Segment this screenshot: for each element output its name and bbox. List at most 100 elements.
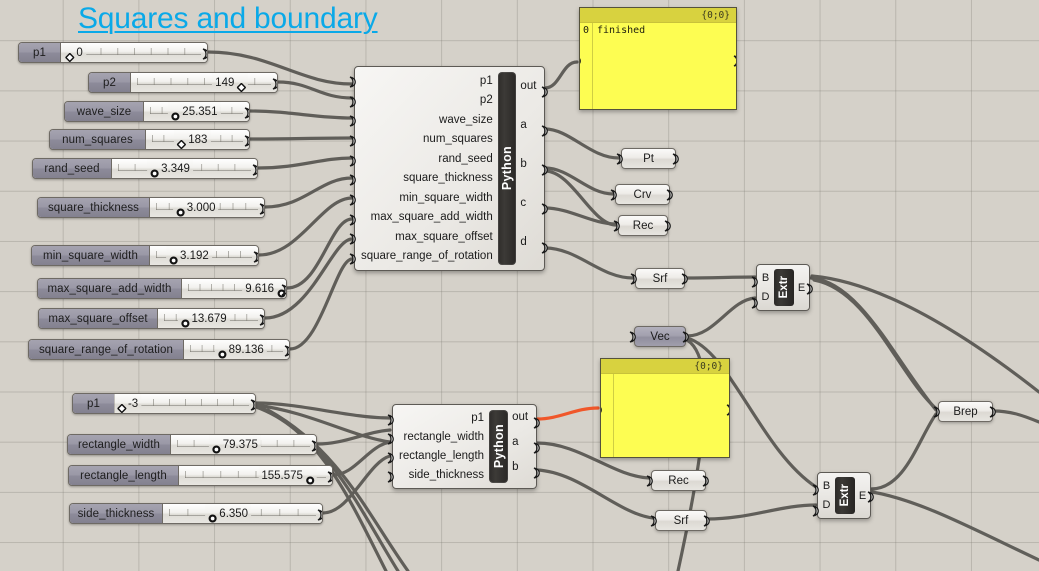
input-port-rand_seed[interactable] [349,154,359,167]
param-capsule-srf[interactable]: Srf [630,268,688,289]
param-capsule-vec[interactable]: Vec [629,326,689,347]
circle-grip-icon[interactable] [218,346,227,359]
capsule-output-port[interactable] [672,153,682,165]
param-capsule-rec[interactable]: Rec [613,215,671,236]
output-port-b[interactable] [541,163,551,176]
extrude-top[interactable]: B D Extr E [751,264,813,311]
slider-handle[interactable]: 3.349 [147,159,193,178]
diamond-grip-icon[interactable] [176,136,187,149]
panel-input-port[interactable] [580,54,584,66]
slider-square_range_of_rotation[interactable]: square_range_of_rotation 89.136 [28,339,290,360]
python-spine[interactable]: Python [497,72,517,265]
slider-output-port[interactable] [244,106,249,119]
capsule-output-port[interactable] [681,273,691,285]
panel-output-port[interactable] [726,403,729,416]
diamond-grip-icon[interactable] [64,49,75,62]
input-port-max_square_offset[interactable] [349,232,359,246]
param-capsule-rec[interactable]: Rec [646,470,709,491]
capsule-input-port[interactable] [613,220,623,232]
input-port-side_thickness[interactable] [387,470,397,484]
grasshopper-canvas[interactable]: Squares and boundary p1 0 p2 149 wave_size 25… [0,0,1039,571]
panel-top[interactable]: {0;0} 0 finished [579,7,737,110]
circle-grip-icon[interactable] [169,252,178,265]
input-port-min_square_width[interactable] [349,193,359,206]
panel-input-port[interactable] [601,403,605,415]
extrude-input-port-D[interactable] [812,504,822,517]
slider-p1[interactable]: p1 -3 [72,393,256,414]
slider-handle[interactable]: 25.351 [168,102,221,121]
slider-wave_size[interactable]: wave_size 25.351 [64,101,250,122]
capsule-input-port[interactable] [646,475,656,487]
param-capsule-crv[interactable]: Crv [610,184,673,205]
circle-grip-icon[interactable] [306,472,315,485]
slider-track[interactable]: 0 [61,43,207,62]
slider-num_squares[interactable]: num_squares 183 [49,129,250,150]
slider-handle[interactable]: 183 [174,130,211,149]
slider-max_square_offset[interactable]: max_square_offset 13.679 [38,308,265,329]
input-port-square_thickness[interactable] [349,173,359,186]
extrude-input-port-D[interactable] [751,296,761,309]
slider-handle[interactable]: 3.192 [165,246,212,265]
extrude-spine[interactable]: Extr [774,269,794,306]
slider-handle[interactable]: 3.000 [172,198,219,217]
capsule-input-port[interactable] [630,273,640,285]
slider-handle[interactable]: 155.575 [258,466,317,485]
slider-track[interactable]: 183 [146,130,249,149]
panel-output-port[interactable] [733,54,736,67]
extrude-bottom[interactable]: B D Extr E [812,472,874,519]
output-port-a[interactable] [533,441,543,454]
output-port-out[interactable] [533,416,543,429]
input-port-rectangle_length[interactable] [387,451,397,464]
python-bottom[interactable]: p1 rectangle_width rectangle_length side_th… [387,404,540,489]
slider-output-port[interactable] [244,134,249,147]
slider-output-port[interactable] [259,202,264,215]
output-port-c[interactable] [541,202,551,215]
slider-handle[interactable]: -3 [113,394,142,413]
slider-rectangle_length[interactable]: rectangle_length 155.575 [68,465,333,486]
output-port-a[interactable] [541,124,551,137]
slider-track[interactable]: -3 [113,394,255,413]
slider-track[interactable]: 3.192 [150,246,258,265]
slider-output-port[interactable] [284,344,289,357]
capsule-output-port[interactable] [703,515,713,527]
input-port-p1[interactable] [387,413,397,426]
diamond-grip-icon[interactable] [116,400,127,413]
slider-output-port[interactable] [272,77,277,90]
param-capsule-brep[interactable]: Brep [933,401,996,422]
python-top[interactable]: p1 p2 wave_size num_squares rand_seed square_… [349,66,548,271]
capsule-output-port[interactable] [682,331,692,343]
slider-handle[interactable]: 0 [62,43,86,62]
capsule-output-port[interactable] [666,189,676,201]
slider-output-port[interactable] [317,508,322,521]
input-port-num_squares[interactable] [349,134,359,147]
slider-track[interactable]: 89.136 [184,340,289,359]
input-port-square_range_of_rotation[interactable] [349,252,359,265]
slider-output-port[interactable] [259,313,264,326]
slider-track[interactable]: 155.575 [179,466,332,485]
circle-grip-icon[interactable] [171,108,180,121]
slider-output-port[interactable] [253,250,258,263]
extrude-input-port-B[interactable] [751,275,761,288]
slider-output-port[interactable] [327,470,332,483]
slider-p2[interactable]: p2 149 [88,72,278,93]
circle-grip-icon[interactable] [176,204,185,217]
slider-handle[interactable]: 6.350 [205,504,252,523]
slider-square_thickness[interactable]: square_thickness 3.000 [37,197,265,218]
slider-handle[interactable]: 149 [212,73,249,92]
slider-track[interactable]: 149 [131,73,277,92]
slider-track[interactable]: 3.349 [112,159,257,178]
input-port-p1[interactable] [349,75,359,88]
panel-bottom[interactable]: {0;0} [600,358,730,458]
slider-rand_seed[interactable]: rand_seed 3.349 [32,158,258,179]
output-port-b[interactable] [533,466,543,479]
slider-p1[interactable]: p1 0 [18,42,208,63]
input-port-wave_size[interactable] [349,114,359,127]
capsule-output-port[interactable] [989,406,999,418]
slider-track[interactable]: 25.351 [144,102,249,121]
slider-track[interactable]: 13.679 [158,309,264,328]
extrude-spine[interactable]: Extr [835,477,855,514]
capsule-input-port[interactable] [610,189,620,201]
capsule-output-port[interactable] [702,475,712,487]
capsule-input-port[interactable] [933,406,943,418]
slider-track[interactable]: 79.375 [171,435,316,454]
